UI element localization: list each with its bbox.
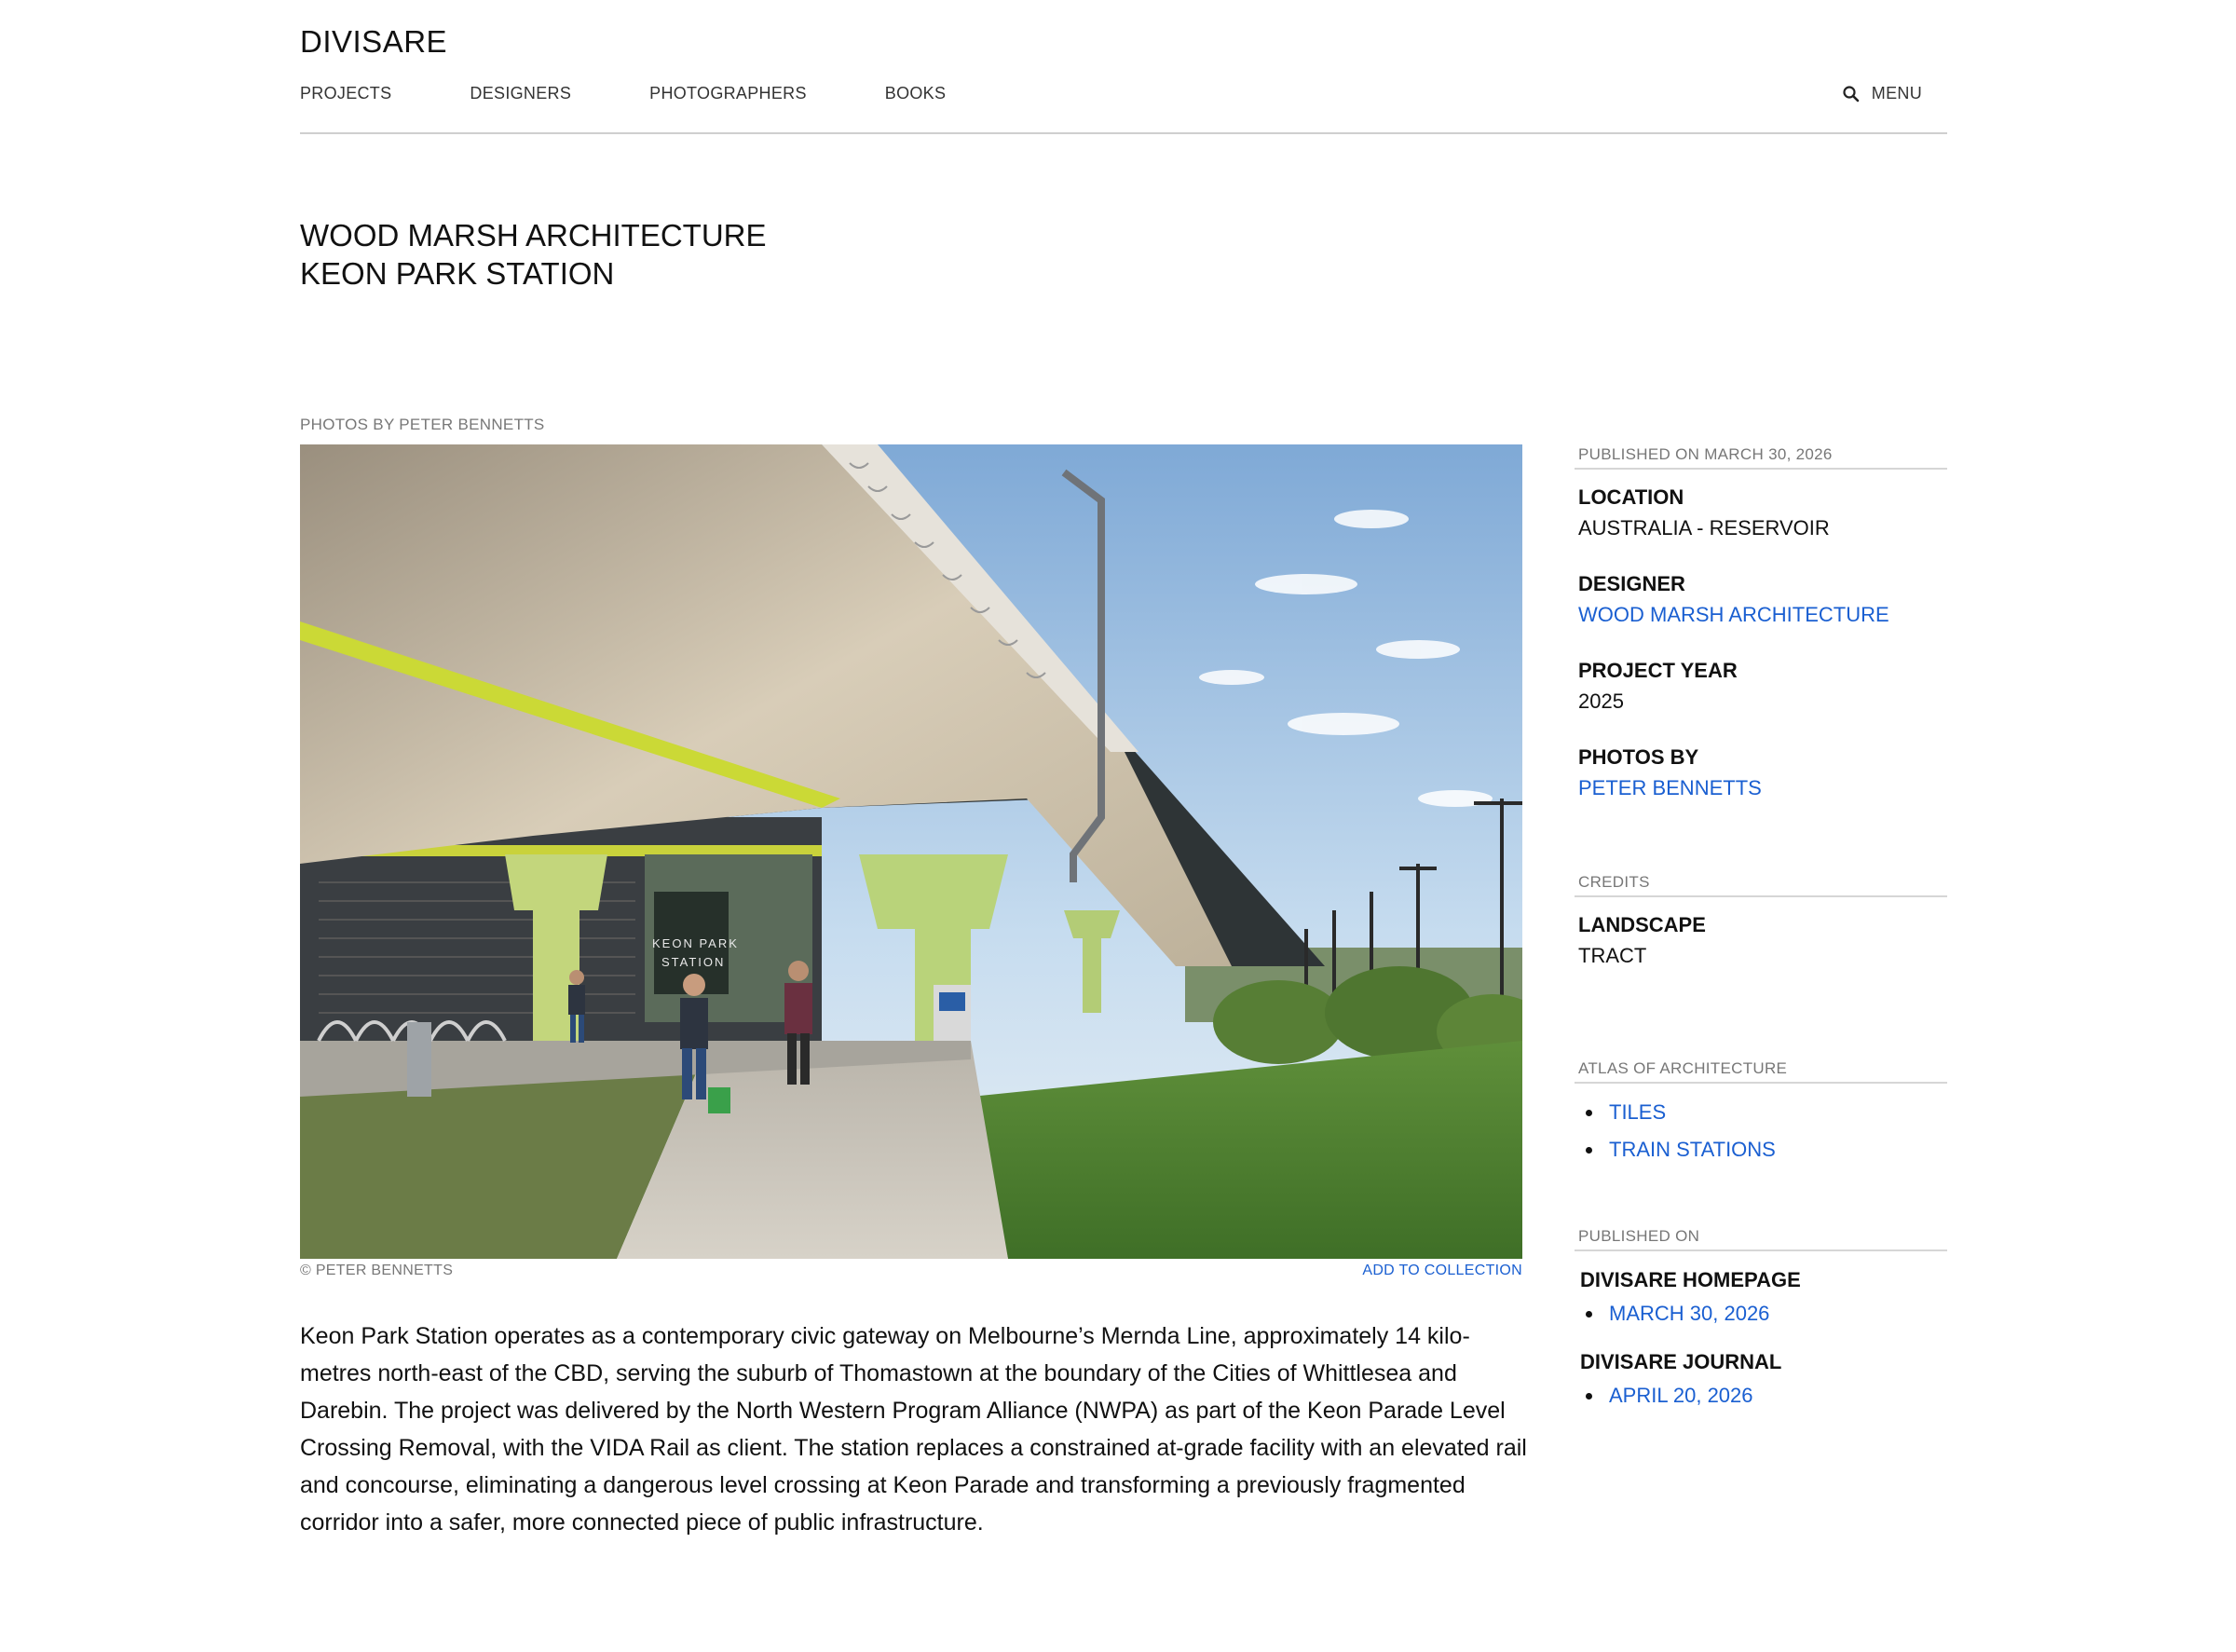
atlas-label: ATLAS OF ARCHITECTURE [1575,1059,1947,1084]
designer-link[interactable]: WOOD MARSH ARCHITECTURE [1575,603,1947,627]
homepage-date-link[interactable]: MARCH 30, 2026 [1609,1302,1769,1326]
page-title: WOOD MARSH ARCHITECTURE KEON PARK STATIO… [300,216,767,293]
landscape-value: TRACT [1578,944,1647,967]
search-icon[interactable] [1842,85,1861,103]
landscape-key: LANDSCAPE [1578,913,1706,936]
journal-date-link[interactable]: APRIL 20, 2026 [1609,1384,1753,1408]
photos-by-group: PHOTOS BY PETER BENNETTS [1575,745,1947,800]
project-year-key: PROJECT YEAR [1578,659,1738,682]
designer-key: DESIGNER [1578,572,1685,595]
photo-credit: © PETER BENNETTS [300,1263,454,1278]
published-label: PUBLISHED ON [1575,1227,1947,1251]
homepage-list: MARCH 30, 2026 [1575,1302,1947,1326]
add-to-collection-link[interactable]: ADD TO COLLECTION [1342,1263,1522,1279]
page: DIVISARE PROJECTS DESIGNERS PHOTOGRAPHER… [0,0,2236,1652]
year-group: PROJECT YEAR 2025 [1575,659,1947,714]
homepage-group: DIVISARE HOMEPAGE MARCH 30, 2026 [1575,1268,1947,1326]
photographer-link[interactable]: PETER BENNETTS [1575,776,1947,800]
project-year-value: 2025 [1578,689,1624,713]
location-value: AUSTRALIA - RESERVOIR [1578,516,1830,539]
header-divider [300,132,1947,134]
homepage-item: MARCH 30, 2026 [1586,1302,1947,1326]
bullet-icon [1586,1310,1592,1318]
credits-label: CREDITS [1575,873,1947,897]
svg-text:KEON PARK: KEON PARK [652,936,739,950]
nav-photographers[interactable]: PHOTOGRAPHERS [649,84,807,103]
nav-books[interactable]: BOOKS [885,84,947,103]
designer-group: DESIGNER WOOD MARSH ARCHITECTURE [1575,572,1947,627]
svg-text:STATION: STATION [661,955,725,969]
bullet-icon [1586,1146,1592,1154]
atlas-item: TRAIN STATIONS [1586,1138,1947,1162]
journal-item: APRIL 20, 2026 [1586,1384,1947,1408]
title-designer: WOOD MARSH ARCHITECTURE [300,218,767,253]
atlas-list: TILES TRAIN STATIONS [1575,1100,1947,1162]
main-nav: PROJECTS DESIGNERS PHOTOGRAPHERS BOOKS [300,84,946,103]
journal-group: DIVISARE JOURNAL APRIL 20, 2026 [1575,1350,1947,1408]
hero-photo[interactable]: KEON PARK STATION [300,444,1522,1259]
homepage-key: DIVISARE HOMEPAGE [1580,1268,1801,1291]
landscape-group: LANDSCAPE TRACT [1575,913,1947,968]
menu-button[interactable]: MENU [1872,84,1922,103]
project-sidebar: PUBLISHED ON MARCH 30, 2026 LOCATION AUS… [1575,445,1947,1421]
atlas-link-train-stations[interactable]: TRAIN STATIONS [1609,1138,1776,1162]
nav-designers[interactable]: DESIGNERS [470,84,571,103]
bullet-icon [1586,1109,1592,1116]
atlas-link-tiles[interactable]: TILES [1609,1100,1666,1125]
bullet-icon [1586,1392,1592,1399]
nav-projects[interactable]: PROJECTS [300,84,391,103]
photos-by-caption: PHOTOS BY PETER BENNETTS [300,416,545,433]
site-logo[interactable]: DIVISARE [300,24,447,60]
project-description: Keon Park Station operates as a contempo… [300,1323,1527,1536]
menu-area: MENU [1842,84,1922,103]
atlas-item: TILES [1586,1100,1947,1125]
location-group: LOCATION AUSTRALIA - RESERVOIR [1575,485,1947,540]
published-on-label: PUBLISHED ON MARCH 30, 2026 [1575,445,1947,470]
journal-key: DIVISARE JOURNAL [1580,1350,1782,1373]
journal-list: APRIL 20, 2026 [1575,1384,1947,1408]
title-project: KEON PARK STATION [300,256,615,291]
location-key: LOCATION [1578,485,1684,509]
photos-by-key: PHOTOS BY [1578,745,1699,769]
station-photo-illustration: KEON PARK STATION [300,444,1522,1259]
